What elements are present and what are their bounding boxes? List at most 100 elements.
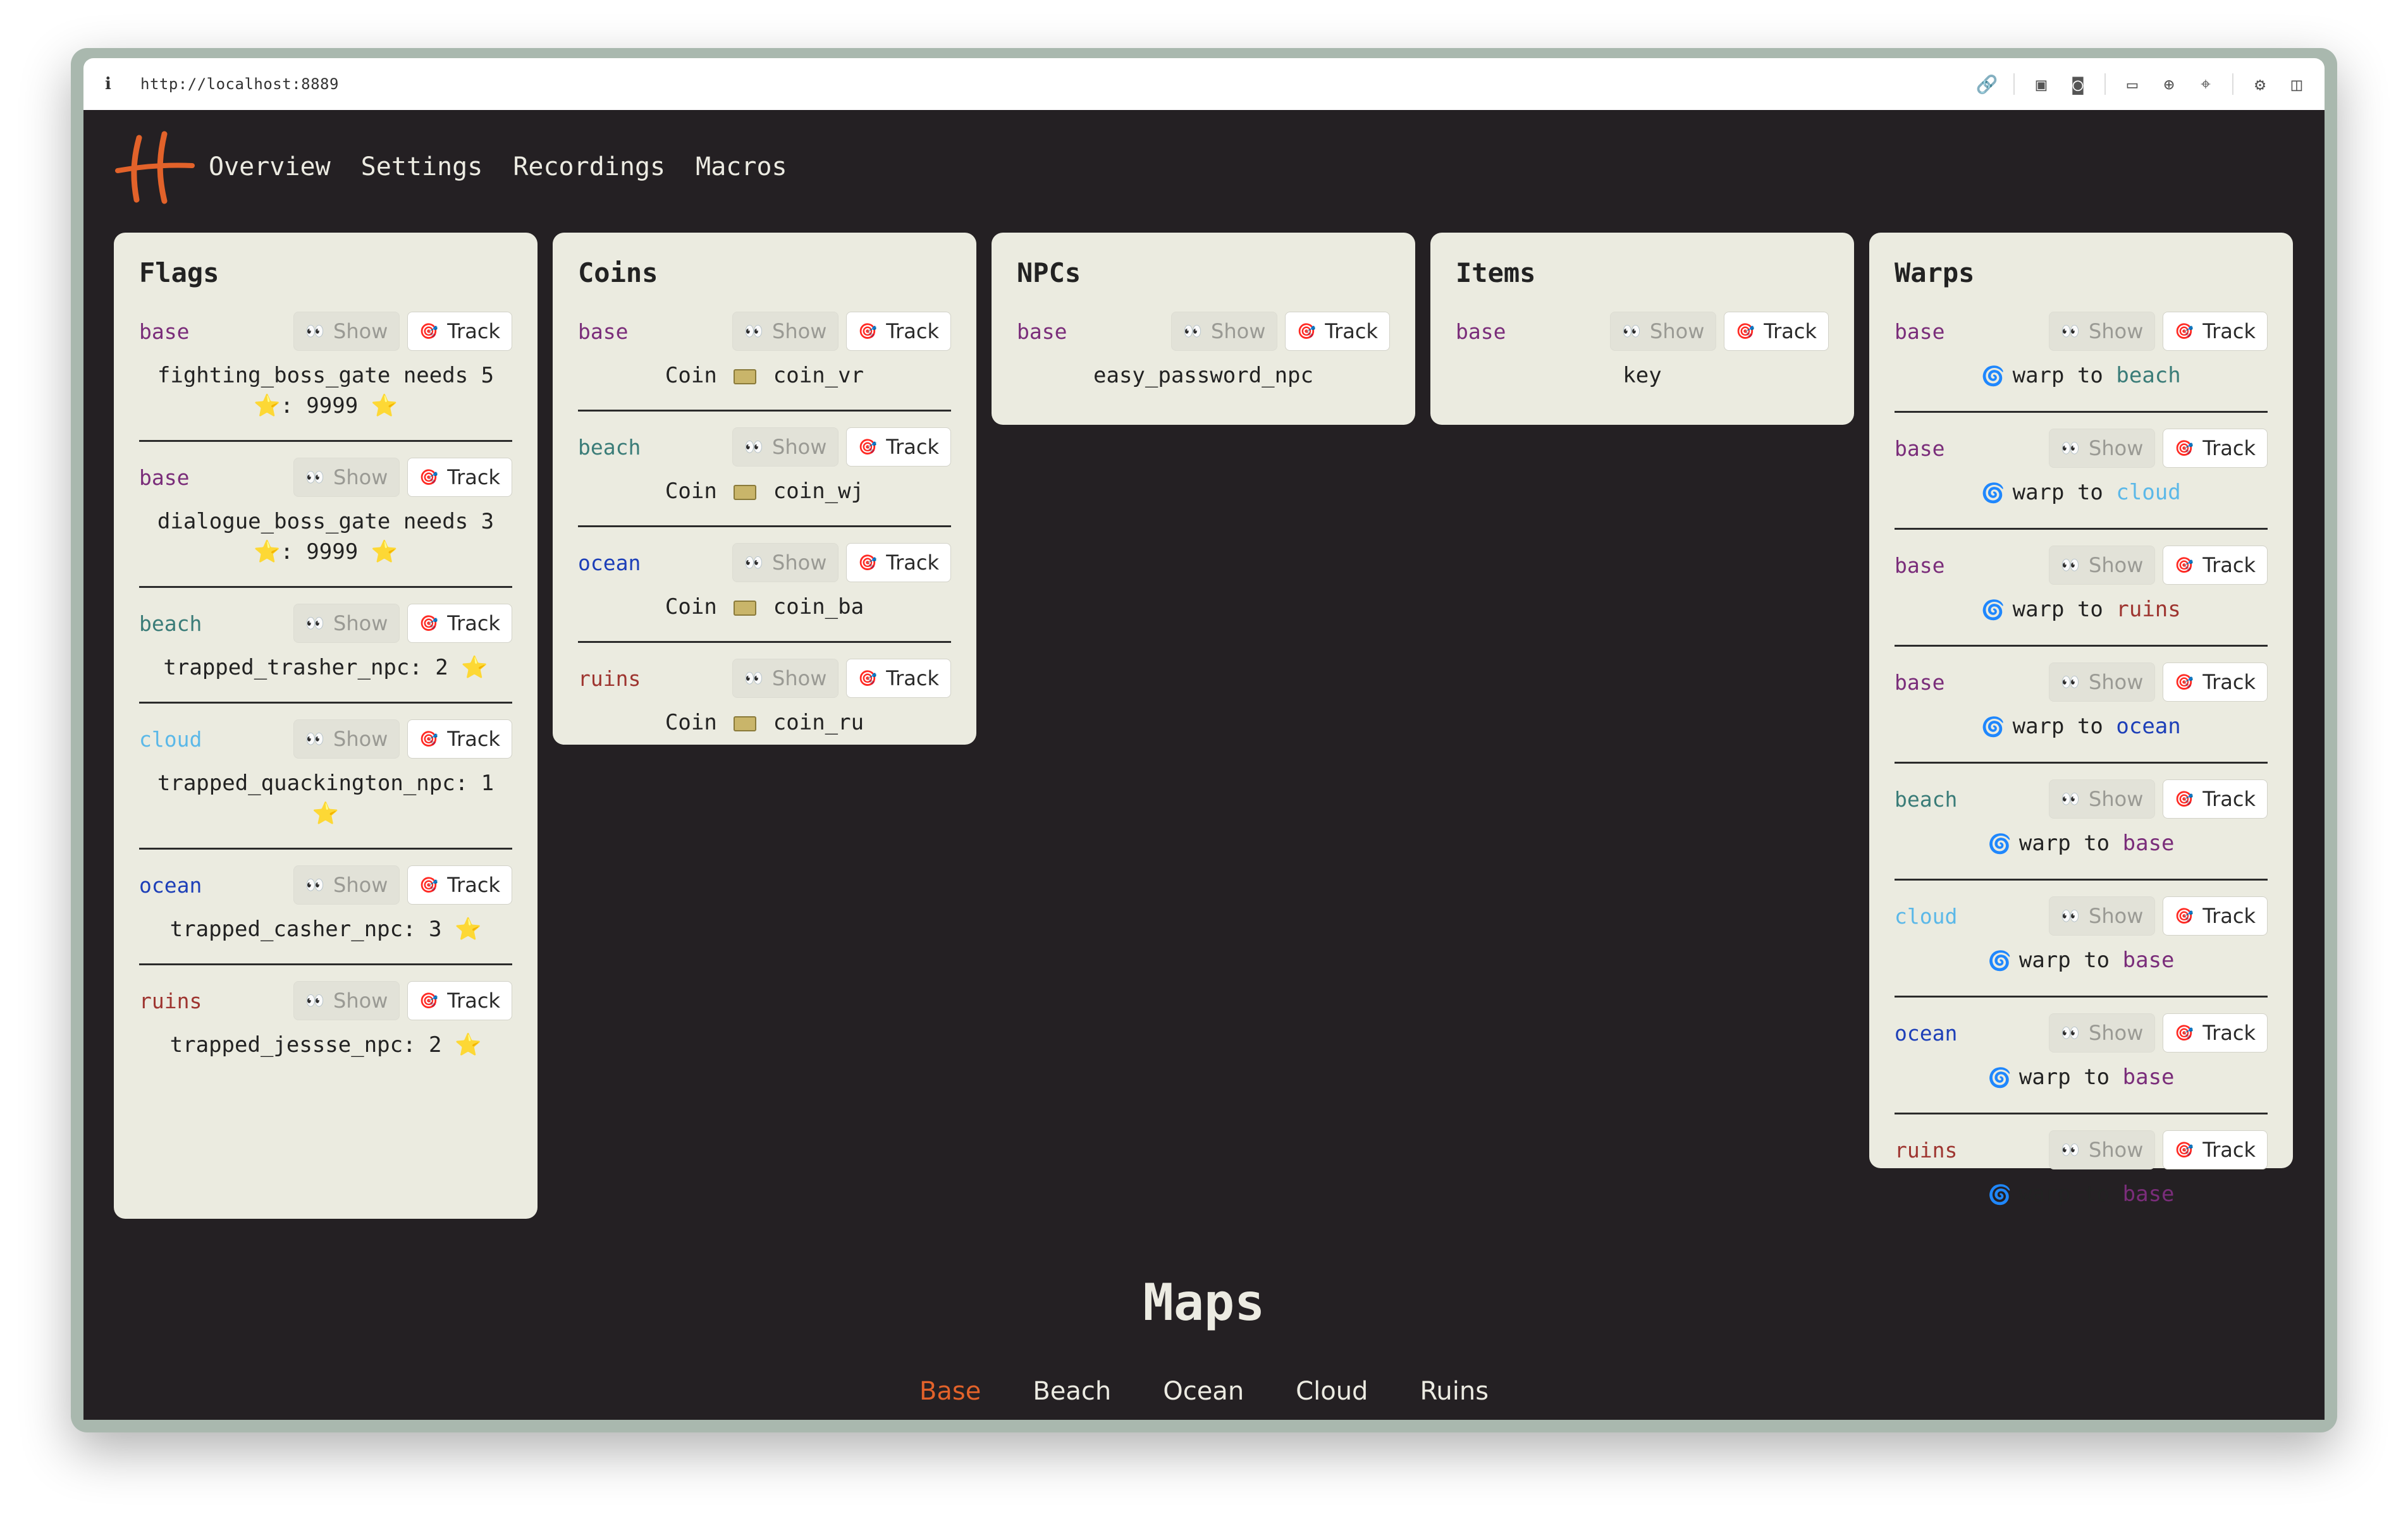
globe-icon[interactable]: ⊕ <box>2159 74 2179 95</box>
warps-card: Warps base 👀 Show 🎯 Track 🌀 warp to beach base 👀… <box>1869 233 2293 1207</box>
show-button[interactable]: 👀 Show <box>2049 546 2156 585</box>
show-button[interactable]: 👀 Show <box>732 312 839 351</box>
items-entry: base 👀 Show 🎯 Track key <box>1456 310 1829 405</box>
terminal-icon[interactable]: ▭ <box>2122 74 2142 95</box>
nav-recordings[interactable]: Recordings <box>513 152 665 181</box>
map-tabs: Base Beach Ocean Cloud Ruins <box>83 1377 2325 1406</box>
track-button[interactable]: 🎯 Track <box>2163 896 2268 936</box>
show-button[interactable]: 👀 Show <box>732 659 839 698</box>
show-label: Show <box>333 611 388 635</box>
warps-entry-text: 🌀 warp to base <box>1895 821 2268 874</box>
warps-entry-text: 🌀 warp to ocean <box>1895 704 2268 757</box>
entry-actions: 👀 Show 🎯 Track <box>732 312 951 351</box>
show-button[interactable]: 👀 Show <box>2049 1013 2156 1053</box>
track-button[interactable]: 🎯 Track <box>846 427 951 467</box>
sidebar-icon[interactable]: ◫ <box>2287 74 2307 95</box>
track-button[interactable]: 🎯 Track <box>407 312 512 351</box>
track-button[interactable]: 🎯 Track <box>2163 312 2268 351</box>
link-icon[interactable]: 🔗 <box>1976 74 1998 95</box>
show-button[interactable]: 👀 Show <box>2049 662 2156 702</box>
show-button[interactable]: 👀 Show <box>2049 312 2156 351</box>
show-button[interactable]: 👀 Show <box>2049 779 2156 819</box>
flags-entry-text: trapped_jessse_npc: 2 ⭐ <box>139 1022 512 1074</box>
warps-entry-text: 🌀 warp to beach <box>1895 353 2268 406</box>
track-button[interactable]: 🎯 Track <box>2163 1130 2268 1169</box>
track-button[interactable]: 🎯 Track <box>1724 312 1829 351</box>
show-button[interactable]: 👀 Show <box>732 543 839 582</box>
entry-actions: 👀 Show 🎯 Track <box>732 659 951 698</box>
info-icon[interactable]: i <box>105 75 124 94</box>
flags-entry: ocean 👀 Show 🎯 Track trapped_casher_npc: 3 ⭐ <box>139 864 512 958</box>
eyes-icon: 👀 <box>2061 439 2080 457</box>
show-button[interactable]: 👀 Show <box>1610 312 1717 351</box>
toolbar-divider <box>2013 73 2015 95</box>
show-button[interactable]: 👀 Show <box>293 458 400 497</box>
show-button[interactable]: 👀 Show <box>2049 1130 2156 1169</box>
track-button[interactable]: 🎯 Track <box>2163 546 2268 585</box>
target-icon: 🎯 <box>858 554 878 571</box>
location-tag: cloud <box>1895 903 1958 929</box>
entry-actions: 👀 Show 🎯 Track <box>2049 1013 2268 1053</box>
flags-entry-header: base 👀 Show 🎯 Track <box>139 456 512 499</box>
portal-icon: 🌀 <box>1987 833 2012 855</box>
portal-icon: 🌀 <box>1987 1184 2012 1206</box>
map-tab-ocean[interactable]: Ocean <box>1163 1377 1244 1406</box>
npcs-entry: base 👀 Show 🎯 Track easy_password_npc <box>1017 310 1390 405</box>
screenshot-icon[interactable]: ▣ <box>2031 74 2051 95</box>
track-button[interactable]: 🎯 Track <box>407 458 512 497</box>
show-button[interactable]: 👀 Show <box>293 312 400 351</box>
track-button[interactable]: 🎯 Track <box>846 312 951 351</box>
location-tag: ocean <box>578 550 641 575</box>
track-label: Track <box>2202 319 2256 343</box>
camera-icon[interactable]: ◙ <box>2068 74 2088 95</box>
nav-macros[interactable]: Macros <box>696 152 787 181</box>
location-tag: beach <box>1895 786 1958 812</box>
show-button[interactable]: 👀 Show <box>1171 312 1278 351</box>
track-button[interactable]: 🎯 Track <box>407 981 512 1020</box>
map-tab-beach[interactable]: Beach <box>1033 1377 1111 1406</box>
app-root: Overview Settings Recordings Macros Flag… <box>83 110 2325 1420</box>
extension-icon[interactable]: ⚙ <box>2250 74 2270 95</box>
show-button[interactable]: 👀 Show <box>293 981 400 1020</box>
map-tab-cloud[interactable]: Cloud <box>1296 1377 1368 1406</box>
track-button[interactable]: 🎯 Track <box>2163 779 2268 819</box>
show-button[interactable]: 👀 Show <box>293 865 400 905</box>
nav-settings[interactable]: Settings <box>361 152 483 181</box>
show-button[interactable]: 👀 Show <box>2049 896 2156 936</box>
track-button[interactable]: 🎯 Track <box>2163 429 2268 468</box>
track-button[interactable]: 🎯 Track <box>1285 312 1390 351</box>
nav-overview[interactable]: Overview <box>209 152 331 181</box>
entry-divider <box>578 410 951 412</box>
location-tag: base <box>1895 669 1945 695</box>
show-label: Show <box>2089 670 2144 694</box>
track-button[interactable]: 🎯 Track <box>846 659 951 698</box>
coin-name: coin_wj <box>773 479 864 504</box>
show-button[interactable]: 👀 Show <box>293 719 400 759</box>
track-button[interactable]: 🎯 Track <box>2163 662 2268 702</box>
entry-divider <box>1895 762 2268 764</box>
warps-entry-header: base 👀 Show 🎯 Track <box>1895 427 2268 470</box>
flags-entry-text: trapped_trasher_npc: 2 ⭐ <box>139 645 512 697</box>
show-button[interactable]: 👀 Show <box>2049 429 2156 468</box>
eyes-icon: 👀 <box>305 614 325 632</box>
show-button[interactable]: 👀 Show <box>293 604 400 643</box>
eyes-icon: 👀 <box>2061 673 2080 691</box>
map-tab-base[interactable]: Base <box>919 1377 981 1406</box>
entry-divider <box>139 586 512 588</box>
warp-destination: base <box>2122 1181 2175 1207</box>
track-button[interactable]: 🎯 Track <box>407 604 512 643</box>
crosshair-icon[interactable]: ⌖ <box>2196 73 2216 94</box>
track-button[interactable]: 🎯 Track <box>846 543 951 582</box>
map-tab-ruins[interactable]: Ruins <box>1420 1377 1489 1406</box>
track-button[interactable]: 🎯 Track <box>407 865 512 905</box>
logo-icon[interactable] <box>114 129 195 205</box>
track-button[interactable]: 🎯 Track <box>2163 1013 2268 1053</box>
entry-actions: 👀 Show 🎯 Track <box>2049 546 2268 585</box>
show-button[interactable]: 👀 Show <box>732 427 839 467</box>
banknote-icon <box>734 484 757 500</box>
entry-text: trapped_quackington_npc: 1 ⭐ <box>157 771 494 826</box>
portal-icon: 🌀 <box>1987 950 2012 972</box>
track-button[interactable]: 🎯 Track <box>407 719 512 759</box>
location-tag: base <box>1456 319 1506 344</box>
url-text[interactable]: http://localhost:8889 <box>140 75 339 93</box>
